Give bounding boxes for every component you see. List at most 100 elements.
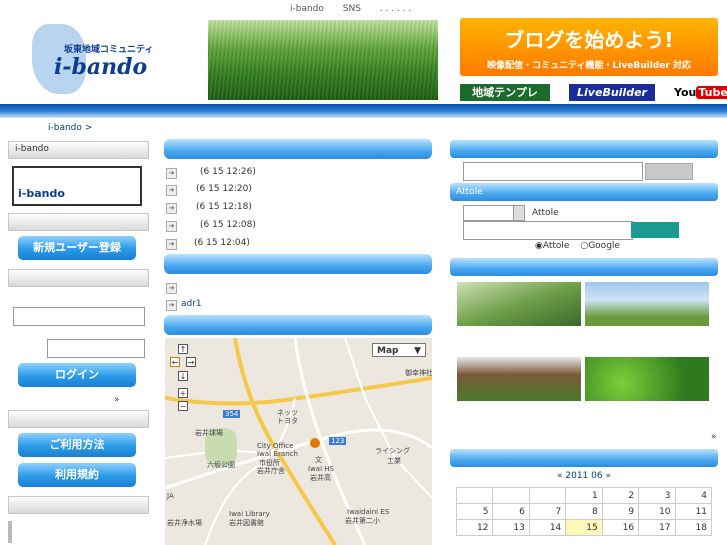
news-header (164, 139, 432, 159)
map-type-select[interactable]: Map ▼ (372, 343, 426, 357)
arrow-icon: ➔ (166, 185, 177, 196)
map-label: 岩井浄水場 (167, 519, 202, 527)
left-section-header-5 (8, 496, 149, 514)
profile-box-title: i-bando (18, 187, 65, 200)
calendar-day: 9 (601, 503, 640, 520)
map-label: 工業 (387, 457, 401, 465)
left-section-header-4 (8, 410, 149, 428)
youtube-you: You (674, 86, 697, 99)
calendar-day: 5 (455, 503, 494, 520)
calendar-day: 17 (638, 519, 676, 536)
map-label: トヨタ (277, 417, 298, 425)
map-label: 文 (315, 456, 322, 464)
site-logo[interactable]: 坂東地域コミュニティ i-bando (28, 22, 158, 94)
calendar-nav[interactable]: « 2011 06 » (450, 471, 718, 481)
calendar-day: 7 (528, 503, 567, 520)
photos-more-link[interactable]: » (711, 432, 717, 442)
livebuilder-button[interactable]: LiveBuilder (569, 84, 655, 101)
pan-up-icon[interactable]: ↑ (178, 344, 188, 354)
radio-attole[interactable]: ◉ (535, 241, 543, 251)
calendar-day: 2 (601, 487, 640, 504)
chevron-down-icon: ▼ (414, 346, 421, 356)
list-item-text: adr1 (181, 299, 202, 309)
radio-google-label: Google (588, 241, 620, 251)
search-header (450, 140, 718, 158)
map-label: Iwaidaini ES (347, 508, 390, 516)
news-time: (6 15 12:26) (200, 167, 256, 177)
login-button[interactable]: ログイン (18, 363, 136, 387)
pan-right-icon[interactable]: → (186, 357, 196, 367)
arrow-icon: ➔ (166, 239, 177, 250)
calendar-day: 6 (492, 503, 530, 520)
pan-down-icon[interactable]: ↓ (178, 371, 188, 381)
calendar-day: 4 (674, 487, 713, 504)
blog-ad-banner[interactable]: ブログを始めよう! 映像配信・コミュニティ機能・LiveBuilder 対応 (460, 18, 718, 76)
ad-subline: 映像配信・コミュニティ機能・LiveBuilder 対応 (487, 61, 691, 71)
radio-attole-label: Attole (542, 241, 570, 251)
map-label: 六坂公園 (207, 461, 235, 469)
header-rice-field-image (208, 20, 438, 100)
calendar-header (450, 449, 718, 467)
news-time: (6 15 12:18) (196, 202, 252, 212)
youtube-button[interactable]: You Tube (674, 84, 727, 101)
attole-search-button[interactable] (631, 222, 679, 238)
calendar-day: 10 (638, 503, 676, 520)
left-header-ibando: i-bando (8, 141, 149, 159)
attole-label: Attole (532, 208, 559, 218)
left-section-header-3 (8, 269, 149, 287)
login-password-input[interactable] (47, 339, 145, 358)
map-label: City Office (257, 442, 294, 450)
calendar-day: 13 (492, 519, 530, 536)
photo-thumbnail[interactable] (585, 357, 709, 401)
map-label: 御幸神社 (405, 369, 432, 377)
attole-search-input[interactable] (463, 221, 633, 240)
arrow-icon: ➔ (166, 221, 177, 232)
calendar-day: 12 (455, 519, 494, 536)
photo-thumbnail[interactable] (585, 282, 709, 326)
calendar-day: 3 (638, 487, 676, 504)
google-map[interactable]: Map ▼ ↑ ← → ↓ + − ネッツ トヨタ 岩井球場 City Offic… (165, 338, 432, 545)
header-stripe (0, 104, 727, 118)
calendar-day: 14 (528, 519, 567, 536)
route-shield-354: 354 (223, 410, 241, 418)
login-id-input[interactable] (13, 307, 145, 326)
map-label: 岩井高 (310, 474, 331, 482)
photo-thumbnail[interactable] (457, 282, 581, 326)
calendar-day: 8 (565, 503, 603, 520)
map-label: ライシング (375, 447, 410, 455)
attole-select[interactable] (463, 205, 525, 221)
profile-box: i-bando (12, 166, 142, 206)
map-header (164, 315, 432, 335)
left-more-link[interactable]: » (114, 395, 120, 405)
map-type-label: Map (377, 346, 399, 356)
ad-headline: ブログを始めよう! (504, 28, 674, 52)
usage-button[interactable]: ご利用方法 (18, 433, 136, 457)
calendar-day-today[interactable]: 15 (565, 519, 603, 536)
arrow-icon: ➔ (166, 203, 177, 214)
news-time: (6 15 12:20) (196, 184, 252, 194)
news-time: (6 15 12:04) (194, 238, 250, 248)
register-button[interactable]: 新規ユーザー登録 (18, 236, 136, 260)
map-roads (165, 338, 432, 545)
breadcrumb[interactable]: i-bando > (48, 123, 92, 133)
map-label: 岩井庁舎 (257, 467, 285, 475)
news-time: (6 15 12:08) (200, 220, 256, 230)
regional-template-button[interactable]: 地域テンプレ (460, 84, 550, 101)
zoom-out-icon[interactable]: − (178, 401, 188, 411)
logo-name: i-bando (54, 54, 148, 80)
map-label: 岩井球場 (195, 429, 223, 437)
photo-thumbnail[interactable] (457, 357, 581, 401)
youtube-tube: Tube (696, 86, 727, 99)
map-label: JA (167, 492, 174, 500)
attole-header: Attole (450, 183, 718, 201)
top-link-sns[interactable]: SNS (343, 4, 361, 14)
top-link-ibando[interactable]: i-bando (290, 4, 324, 14)
zoom-in-icon[interactable]: + (178, 388, 188, 398)
pan-left-icon[interactable]: ← (170, 357, 180, 367)
top-link-dots[interactable]: . . . . . . (380, 4, 411, 14)
photos-header (450, 258, 718, 276)
site-search-button[interactable] (645, 163, 693, 180)
site-search-input[interactable] (463, 162, 643, 181)
attole-header-label: Attole (456, 187, 483, 197)
terms-button[interactable]: 利用規約 (18, 463, 136, 487)
